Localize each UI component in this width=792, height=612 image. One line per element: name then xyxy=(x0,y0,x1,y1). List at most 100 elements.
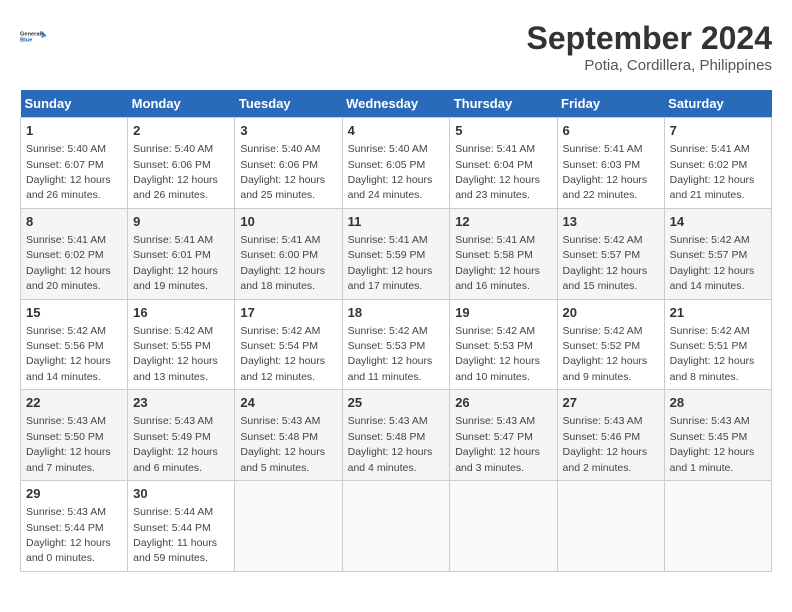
day-info: Sunrise: 5:43 AM Sunset: 5:48 PM Dayligh… xyxy=(240,415,325,473)
day-info: Sunrise: 5:43 AM Sunset: 5:49 PM Dayligh… xyxy=(133,415,218,473)
week-row-2: 8 Sunrise: 5:41 AM Sunset: 6:02 PM Daylig… xyxy=(21,208,772,299)
day-info: Sunrise: 5:41 AM Sunset: 6:00 PM Dayligh… xyxy=(240,234,325,292)
calendar-cell: 14 Sunrise: 5:42 AM Sunset: 5:57 PM Dayli… xyxy=(664,208,771,299)
day-number: 1 xyxy=(26,122,122,140)
day-info: Sunrise: 5:42 AM Sunset: 5:57 PM Dayligh… xyxy=(563,234,648,292)
day-number: 22 xyxy=(26,394,122,412)
day-info: Sunrise: 5:44 AM Sunset: 5:44 PM Dayligh… xyxy=(133,506,217,564)
calendar-cell: 16 Sunrise: 5:42 AM Sunset: 5:55 PM Dayli… xyxy=(128,299,235,390)
calendar-cell: 21 Sunrise: 5:42 AM Sunset: 5:51 PM Dayli… xyxy=(664,299,771,390)
week-row-5: 29 Sunrise: 5:43 AM Sunset: 5:44 PM Dayli… xyxy=(21,481,772,572)
day-info: Sunrise: 5:42 AM Sunset: 5:55 PM Dayligh… xyxy=(133,325,218,383)
calendar-cell: 25 Sunrise: 5:43 AM Sunset: 5:48 PM Dayli… xyxy=(342,390,450,481)
day-info: Sunrise: 5:42 AM Sunset: 5:54 PM Dayligh… xyxy=(240,325,325,383)
calendar-cell: 6 Sunrise: 5:41 AM Sunset: 6:03 PM Daylig… xyxy=(557,118,664,209)
calendar-cell: 2 Sunrise: 5:40 AM Sunset: 6:06 PM Daylig… xyxy=(128,118,235,209)
calendar-cell: 27 Sunrise: 5:43 AM Sunset: 5:46 PM Dayli… xyxy=(557,390,664,481)
week-row-3: 15 Sunrise: 5:42 AM Sunset: 5:56 PM Dayli… xyxy=(21,299,772,390)
calendar-cell: 30 Sunrise: 5:44 AM Sunset: 5:44 PM Dayli… xyxy=(128,481,235,572)
calendar-cell: 20Sunrise: 5:42 AM Sunset: 5:52 PM Dayli… xyxy=(557,299,664,390)
day-number: 21 xyxy=(670,304,766,322)
day-info: Sunrise: 5:42 AM Sunset: 5:53 PM Dayligh… xyxy=(455,325,540,383)
weekday-header-friday: Friday xyxy=(557,90,664,118)
day-info: Sunrise: 5:43 AM Sunset: 5:50 PM Dayligh… xyxy=(26,415,111,473)
location: Potia, Cordillera, Philippines xyxy=(527,57,772,74)
calendar-table: SundayMondayTuesdayWednesdayThursdayFrid… xyxy=(20,90,772,572)
day-number: 10 xyxy=(240,213,336,231)
calendar-cell: 19Sunrise: 5:42 AM Sunset: 5:53 PM Dayli… xyxy=(450,299,557,390)
day-number: 4 xyxy=(348,122,445,140)
day-info: Sunrise: 5:41 AM Sunset: 6:02 PM Dayligh… xyxy=(670,143,755,201)
day-number: 25 xyxy=(348,394,445,412)
day-info: Sunrise: 5:41 AM Sunset: 6:02 PM Dayligh… xyxy=(26,234,111,292)
calendar-cell: 15 Sunrise: 5:42 AM Sunset: 5:56 PM Dayli… xyxy=(21,299,128,390)
day-number: 23 xyxy=(133,394,229,412)
calendar-cell: 8 Sunrise: 5:41 AM Sunset: 6:02 PM Daylig… xyxy=(21,208,128,299)
calendar-cell: 11Sunrise: 5:41 AM Sunset: 5:59 PM Dayli… xyxy=(342,208,450,299)
day-number: 9 xyxy=(133,213,229,231)
day-info: Sunrise: 5:40 AM Sunset: 6:05 PM Dayligh… xyxy=(348,143,433,201)
calendar-cell: 23 Sunrise: 5:43 AM Sunset: 5:49 PM Dayli… xyxy=(128,390,235,481)
day-number: 16 xyxy=(133,304,229,322)
day-number: 3 xyxy=(240,122,336,140)
weekday-header-thursday: Thursday xyxy=(450,90,557,118)
calendar-cell xyxy=(664,481,771,572)
calendar-cell: 29 Sunrise: 5:43 AM Sunset: 5:44 PM Dayli… xyxy=(21,481,128,572)
day-number: 28 xyxy=(670,394,766,412)
calendar-cell: 22 Sunrise: 5:43 AM Sunset: 5:50 PM Dayli… xyxy=(21,390,128,481)
calendar-cell: 18Sunrise: 5:42 AM Sunset: 5:53 PM Dayli… xyxy=(342,299,450,390)
calendar-cell xyxy=(450,481,557,572)
day-number: 6 xyxy=(563,122,659,140)
calendar-cell: 4 Sunrise: 5:40 AM Sunset: 6:05 PM Daylig… xyxy=(342,118,450,209)
calendar-cell: 13 Sunrise: 5:42 AM Sunset: 5:57 PM Dayli… xyxy=(557,208,664,299)
week-row-4: 22 Sunrise: 5:43 AM Sunset: 5:50 PM Dayli… xyxy=(21,390,772,481)
day-number: 30 xyxy=(133,485,229,503)
day-info: Sunrise: 5:43 AM Sunset: 5:47 PM Dayligh… xyxy=(455,415,540,473)
day-info: Sunrise: 5:42 AM Sunset: 5:53 PM Dayligh… xyxy=(348,325,433,383)
day-number: 8 xyxy=(26,213,122,231)
day-number: 26 xyxy=(455,394,551,412)
day-number: 27 xyxy=(563,394,659,412)
logo-icon: GeneralBlue xyxy=(20,20,52,52)
logo: GeneralBlue xyxy=(20,20,52,52)
day-info: Sunrise: 5:43 AM Sunset: 5:45 PM Dayligh… xyxy=(670,415,755,473)
day-info: Sunrise: 5:41 AM Sunset: 5:59 PM Dayligh… xyxy=(348,234,433,292)
day-number: 17 xyxy=(240,304,336,322)
day-info: Sunrise: 5:40 AM Sunset: 6:06 PM Dayligh… xyxy=(240,143,325,201)
title-block: September 2024 Potia, Cordillera, Philip… xyxy=(527,20,772,74)
day-number: 24 xyxy=(240,394,336,412)
day-info: Sunrise: 5:43 AM Sunset: 5:48 PM Dayligh… xyxy=(348,415,433,473)
day-number: 15 xyxy=(26,304,122,322)
day-info: Sunrise: 5:43 AM Sunset: 5:44 PM Dayligh… xyxy=(26,506,111,564)
day-info: Sunrise: 5:43 AM Sunset: 5:46 PM Dayligh… xyxy=(563,415,648,473)
calendar-cell: 12 Sunrise: 5:41 AM Sunset: 5:58 PM Dayli… xyxy=(450,208,557,299)
calendar-cell: 10 Sunrise: 5:41 AM Sunset: 6:00 PM Dayli… xyxy=(235,208,342,299)
day-info: Sunrise: 5:41 AM Sunset: 6:04 PM Dayligh… xyxy=(455,143,540,201)
day-number: 2 xyxy=(133,122,229,140)
page-header: GeneralBlue September 2024 Potia, Cordil… xyxy=(20,20,772,74)
day-number: 14 xyxy=(670,213,766,231)
day-info: Sunrise: 5:40 AM Sunset: 6:07 PM Dayligh… xyxy=(26,143,111,201)
day-number: 12 xyxy=(455,213,551,231)
calendar-cell: 24 Sunrise: 5:43 AM Sunset: 5:48 PM Dayli… xyxy=(235,390,342,481)
day-number: 13 xyxy=(563,213,659,231)
day-number: 20 xyxy=(563,304,659,322)
svg-text:General: General xyxy=(20,31,42,37)
day-info: Sunrise: 5:42 AM Sunset: 5:56 PM Dayligh… xyxy=(26,325,111,383)
calendar-cell xyxy=(235,481,342,572)
calendar-cell xyxy=(342,481,450,572)
day-info: Sunrise: 5:42 AM Sunset: 5:57 PM Dayligh… xyxy=(670,234,755,292)
day-number: 29 xyxy=(26,485,122,503)
day-number: 5 xyxy=(455,122,551,140)
weekday-header-tuesday: Tuesday xyxy=(235,90,342,118)
svg-text:Blue: Blue xyxy=(20,38,32,44)
day-number: 7 xyxy=(670,122,766,140)
weekday-header-row: SundayMondayTuesdayWednesdayThursdayFrid… xyxy=(21,90,772,118)
day-info: Sunrise: 5:41 AM Sunset: 5:58 PM Dayligh… xyxy=(455,234,540,292)
day-info: Sunrise: 5:42 AM Sunset: 5:51 PM Dayligh… xyxy=(670,325,755,383)
month-title: September 2024 xyxy=(527,20,772,57)
day-info: Sunrise: 5:41 AM Sunset: 6:03 PM Dayligh… xyxy=(563,143,648,201)
calendar-cell: 17 Sunrise: 5:42 AM Sunset: 5:54 PM Dayli… xyxy=(235,299,342,390)
day-info: Sunrise: 5:40 AM Sunset: 6:06 PM Dayligh… xyxy=(133,143,218,201)
weekday-header-monday: Monday xyxy=(128,90,235,118)
